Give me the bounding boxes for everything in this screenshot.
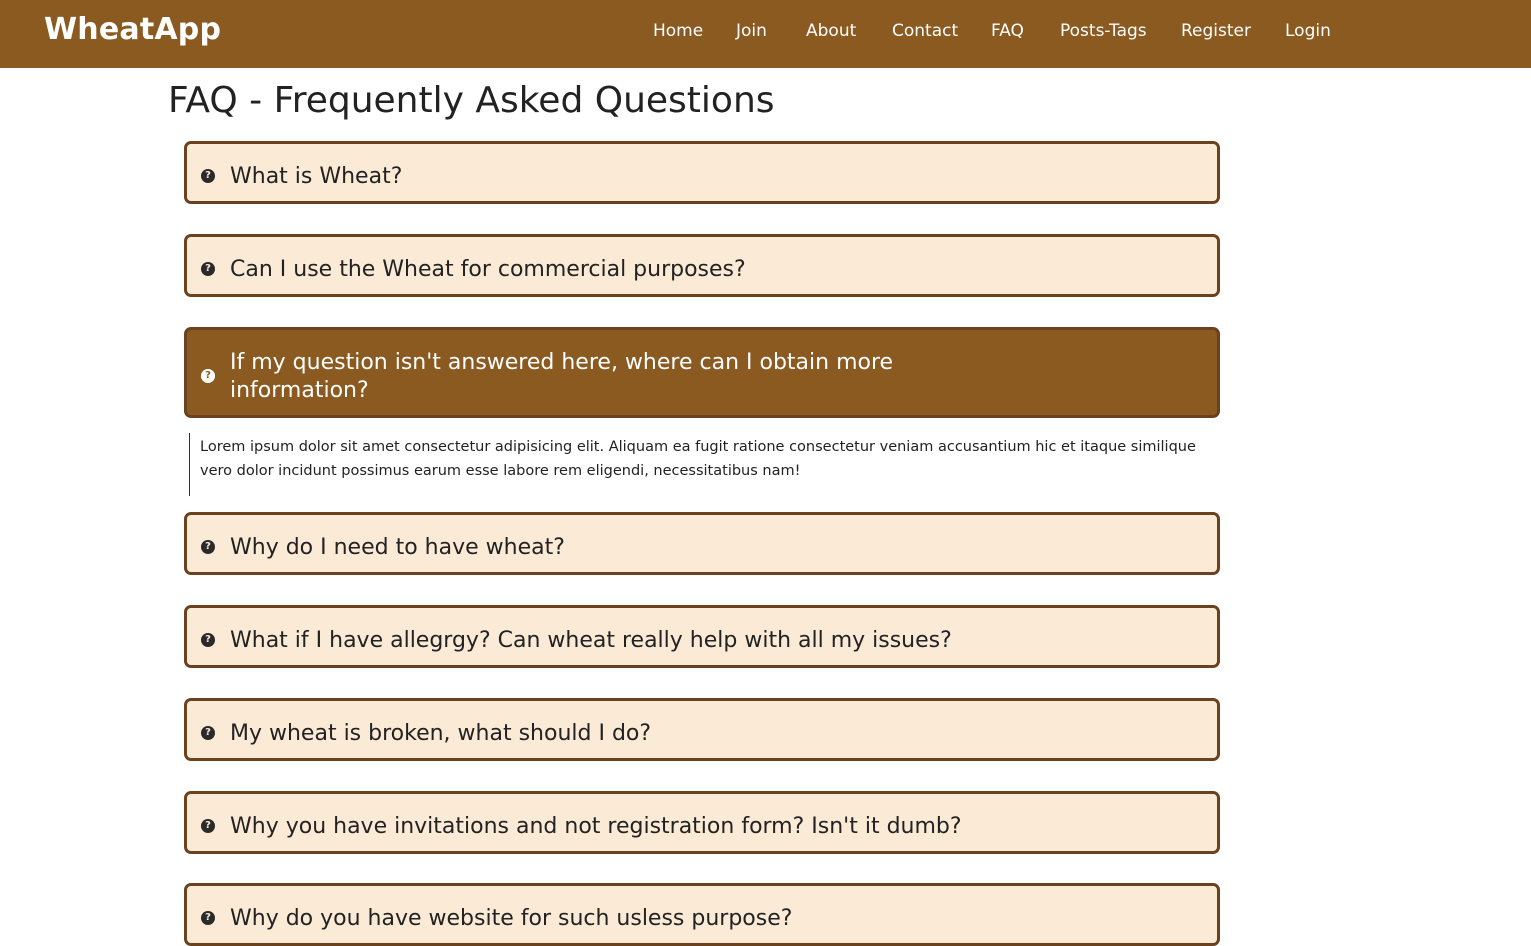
faq-item-allergy[interactable]: ? What if I have allegrgy? Can wheat rea… bbox=[184, 605, 1220, 668]
faq-question: Why you have invitations and not registr… bbox=[230, 814, 962, 839]
question-circle-icon: ? bbox=[201, 169, 215, 183]
faq-question: My wheat is broken, what should I do? bbox=[230, 721, 652, 746]
question-circle-icon: ? bbox=[201, 369, 215, 383]
nav-links: Home Join About Contact FAQ Posts-Tags R… bbox=[0, 21, 1531, 45]
question-circle-icon: ? bbox=[201, 262, 215, 276]
nav-posts-tags[interactable]: Posts-Tags bbox=[1060, 21, 1147, 41]
faq-item-more-information[interactable]: ? If my question isn't answered here, wh… bbox=[184, 327, 1220, 418]
nav-about[interactable]: About bbox=[806, 21, 856, 41]
nav-login[interactable]: Login bbox=[1285, 21, 1331, 41]
nav-register[interactable]: Register bbox=[1181, 21, 1251, 41]
question-circle-icon: ? bbox=[201, 540, 215, 554]
question-circle-icon: ? bbox=[201, 911, 215, 925]
nav-faq[interactable]: FAQ bbox=[991, 21, 1024, 41]
page-title: FAQ - Frequently Asked Questions bbox=[168, 80, 775, 121]
nav-join[interactable]: Join bbox=[736, 21, 767, 41]
faq-item-why-need-wheat[interactable]: ? Why do I need to have wheat? bbox=[184, 512, 1220, 575]
navbar: WheatApp Home Join About Contact FAQ Pos… bbox=[0, 0, 1531, 68]
faq-question: What if I have allegrgy? Can wheat reall… bbox=[230, 628, 952, 653]
faq-question: What is Wheat? bbox=[230, 164, 403, 189]
faq-question: Why do you have website for such usless … bbox=[230, 906, 793, 931]
faq-answer: Lorem ipsum dolor sit amet consectetur a… bbox=[189, 433, 1209, 496]
question-circle-icon: ? bbox=[201, 633, 215, 647]
faq-item-what-is-wheat[interactable]: ? What is Wheat? bbox=[184, 141, 1220, 204]
faq-question: Can I use the Wheat for commercial purpo… bbox=[230, 257, 746, 282]
question-circle-icon: ? bbox=[201, 819, 215, 833]
nav-contact[interactable]: Contact bbox=[892, 21, 958, 41]
faq-item-website-purpose[interactable]: ? Why do you have website for such usles… bbox=[184, 883, 1220, 946]
nav-home[interactable]: Home bbox=[653, 21, 703, 41]
faq-question: If my question isn't answered here, wher… bbox=[230, 350, 894, 403]
faq-item-commercial[interactable]: ? Can I use the Wheat for commercial pur… bbox=[184, 234, 1220, 297]
faq-question: Why do I need to have wheat? bbox=[230, 535, 565, 560]
faq-item-broken-wheat[interactable]: ? My wheat is broken, what should I do? bbox=[184, 698, 1220, 761]
question-circle-icon: ? bbox=[201, 726, 215, 740]
faq-item-invitations[interactable]: ? Why you have invitations and not regis… bbox=[184, 791, 1220, 854]
